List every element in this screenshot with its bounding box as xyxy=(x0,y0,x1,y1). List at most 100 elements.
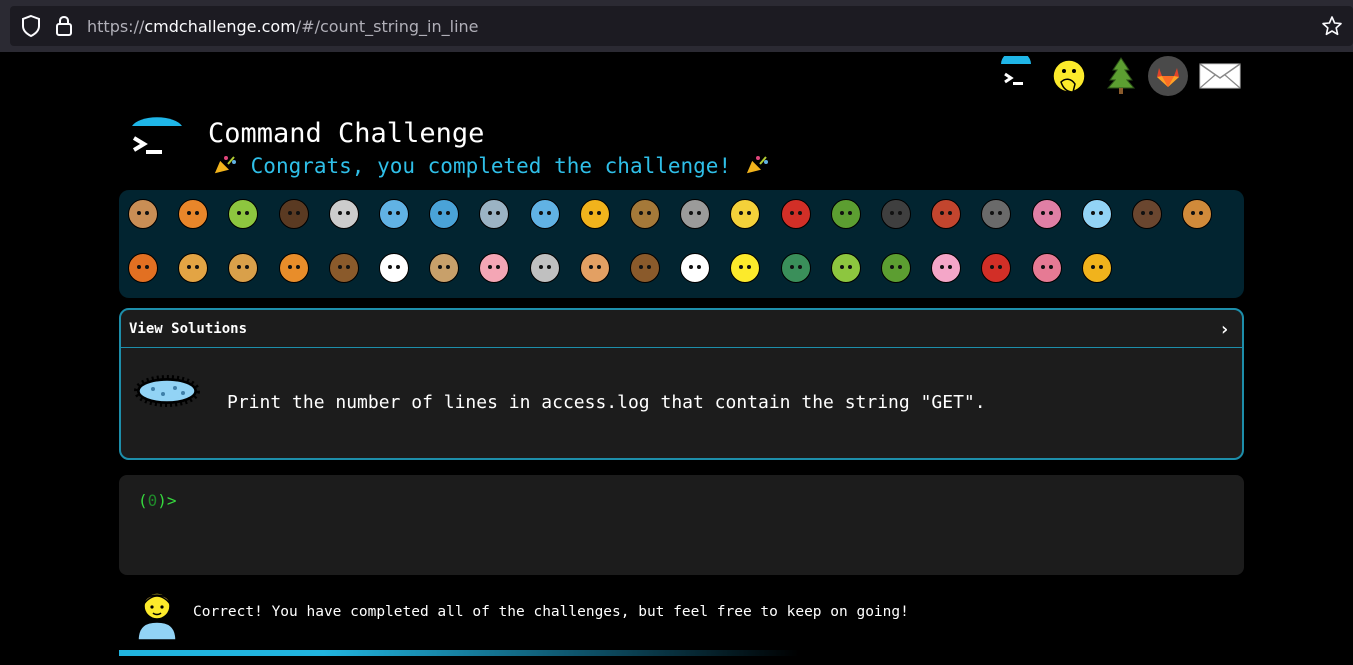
tiger-icon[interactable] xyxy=(276,250,312,286)
fly-icon[interactable] xyxy=(978,196,1014,232)
spider-web-icon[interactable] xyxy=(326,196,362,232)
task-description: Print the number of lines in access.log … xyxy=(227,392,986,413)
evergreen-tree-icon[interactable] xyxy=(1101,56,1141,96)
view-solutions-label: View Solutions xyxy=(129,321,248,337)
lock-icon[interactable] xyxy=(54,14,74,38)
dragon-icon[interactable] xyxy=(878,250,914,286)
shark-icon[interactable] xyxy=(476,196,512,232)
spider-eye xyxy=(898,211,902,215)
bee-badge-shape xyxy=(730,199,761,229)
hatching-chick-icon[interactable] xyxy=(727,250,763,286)
shell-prompt: (0)> xyxy=(138,491,177,510)
worm-icon[interactable] xyxy=(1029,196,1065,232)
horse-icon[interactable] xyxy=(326,250,362,286)
bookmark-star-icon[interactable] xyxy=(1321,15,1343,37)
fox-icon[interactable] xyxy=(125,250,161,286)
worm-eye xyxy=(1048,211,1053,215)
pig-badge-shape xyxy=(479,253,510,283)
url-text[interactable]: https://cmdchallenge.com/#/count_string_… xyxy=(87,17,479,36)
butterfly-icon[interactable] xyxy=(175,196,211,232)
caterpillar-icon[interactable] xyxy=(225,196,261,232)
snail-icon[interactable] xyxy=(125,196,161,232)
terminal-logo-icon[interactable] xyxy=(997,51,1037,96)
gitlab-icon[interactable] xyxy=(1148,56,1188,96)
prompt-exit-code: 0 xyxy=(147,491,158,510)
monkey-badge-shape xyxy=(1132,199,1162,229)
horse-eye xyxy=(345,265,350,269)
spider-icon[interactable] xyxy=(878,196,914,232)
hedgehog-badge-shape xyxy=(630,199,660,229)
sunflower-icon[interactable] xyxy=(1079,250,1115,286)
tropical-fish-eye xyxy=(596,211,601,215)
ladybug-eye xyxy=(797,211,802,215)
worm-eye xyxy=(1040,211,1045,215)
bear-eye xyxy=(647,265,651,269)
completed-challenges-panel xyxy=(119,190,1244,298)
hibiscus-icon[interactable] xyxy=(1029,250,1065,286)
bear-icon[interactable] xyxy=(627,250,663,286)
fish-icon[interactable] xyxy=(527,196,563,232)
ladybug-badge-shape xyxy=(780,199,811,229)
rose-icon[interactable] xyxy=(978,250,1014,286)
frog-icon[interactable] xyxy=(828,250,864,286)
tropical-fish-icon[interactable] xyxy=(577,196,613,232)
party-popper-icon xyxy=(744,156,768,175)
shield-icon[interactable] xyxy=(20,14,42,38)
face-with-hand-over-mouth-icon[interactable] xyxy=(1051,56,1091,96)
cherry-blossom-icon[interactable] xyxy=(928,250,964,286)
cricket-eye xyxy=(839,211,844,215)
hedgehog-eye xyxy=(647,211,651,215)
microbe-eye xyxy=(1098,211,1103,215)
cat-icon[interactable] xyxy=(175,250,211,286)
bee-icon[interactable] xyxy=(727,196,763,232)
mouse-icon[interactable] xyxy=(527,250,563,286)
dolphin-icon[interactable] xyxy=(426,196,462,232)
cricket-icon[interactable] xyxy=(828,196,864,232)
command-input-terminal[interactable]: (0)> xyxy=(119,475,1244,575)
tiger-eye xyxy=(295,265,300,269)
microbe-icon[interactable] xyxy=(1079,196,1115,232)
dog-badge-shape xyxy=(1182,199,1213,229)
whale-eye xyxy=(388,211,392,215)
wolf-icon[interactable] xyxy=(677,196,713,232)
cow-icon[interactable] xyxy=(426,250,462,286)
fish-badge-shape xyxy=(529,199,560,229)
ladybug-icon[interactable] xyxy=(778,196,814,232)
unicorn-icon[interactable] xyxy=(376,250,412,286)
frog-eye xyxy=(847,265,852,269)
whale-icon[interactable] xyxy=(376,196,412,232)
scorpion-icon[interactable] xyxy=(928,196,964,232)
panda-icon[interactable] xyxy=(677,250,713,286)
snail-eye xyxy=(137,211,141,215)
hibiscus-eye xyxy=(1040,265,1045,269)
horse-badge-shape xyxy=(328,253,359,283)
cherry-blossom-badge-shape xyxy=(931,253,962,283)
mouse-badge-shape xyxy=(529,253,560,283)
cricket-eye xyxy=(847,211,852,215)
hamster-icon[interactable] xyxy=(577,250,613,286)
snail-badge-shape xyxy=(128,199,158,229)
envelope-icon[interactable] xyxy=(1198,56,1241,96)
ladybug-eye xyxy=(789,211,794,215)
dog-icon[interactable] xyxy=(1179,196,1215,232)
peacock-icon[interactable] xyxy=(778,250,814,286)
monkey-icon[interactable] xyxy=(1129,196,1165,232)
microbe-icon xyxy=(134,375,200,407)
hedgehog-icon[interactable] xyxy=(627,196,663,232)
cricket-badge-shape xyxy=(830,199,861,229)
chevron-right-icon[interactable]: › xyxy=(1219,319,1230,340)
url-path: /#/count_string_in_line xyxy=(295,17,479,36)
whale-eye xyxy=(396,211,400,215)
sunflower-eye xyxy=(1090,265,1095,269)
completion-subtitle: Congrats, you completed the challenge! xyxy=(212,154,770,178)
address-bar[interactable]: https://cmdchallenge.com/#/count_string_… xyxy=(10,6,1353,46)
ant-eye xyxy=(287,211,292,215)
pig-icon[interactable] xyxy=(476,250,512,286)
ant-icon[interactable] xyxy=(276,196,312,232)
spider-eye xyxy=(890,211,894,215)
tiger-badge-shape xyxy=(278,253,309,283)
view-solutions-toggle[interactable]: View Solutions › xyxy=(121,310,1242,348)
lion-icon[interactable] xyxy=(225,250,261,286)
command-challenge-logo xyxy=(126,112,186,172)
mouse-eye xyxy=(546,265,551,269)
